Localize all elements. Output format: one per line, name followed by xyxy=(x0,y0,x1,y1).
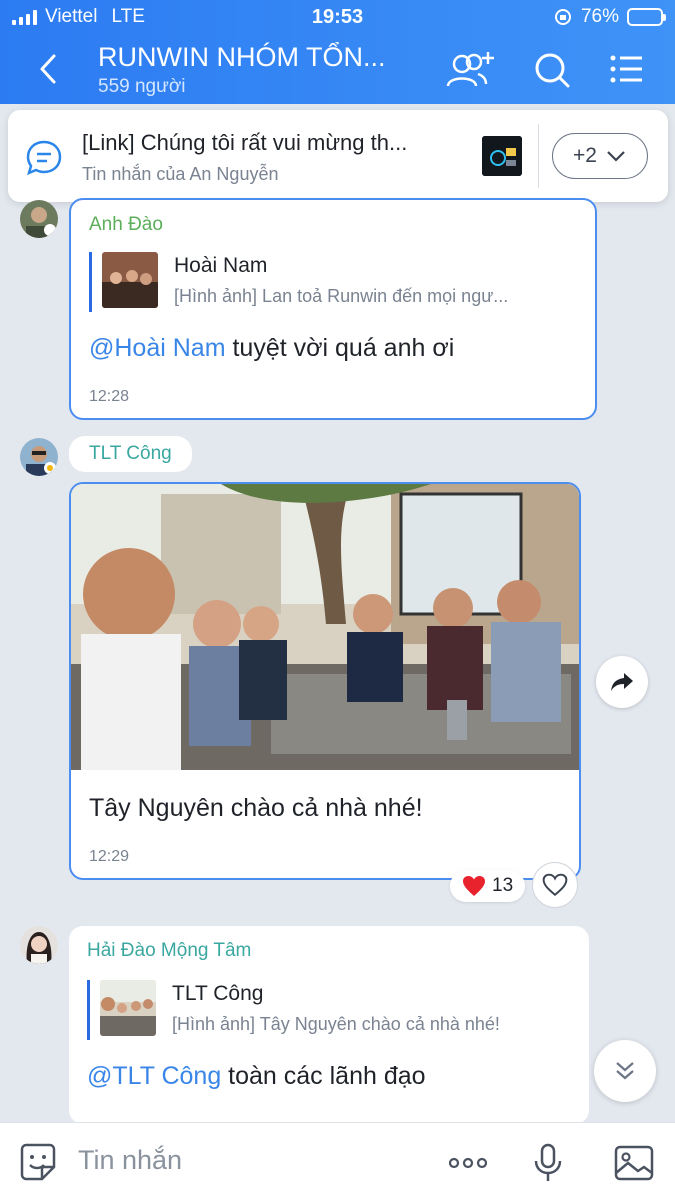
sticker-icon[interactable] xyxy=(16,1141,60,1185)
battery-icon xyxy=(627,8,666,26)
reaction-count: 13 xyxy=(492,875,514,896)
avatar[interactable] xyxy=(20,926,58,964)
quote-text: [Hình ảnh] Tây Nguyên chào cả nhà nhé! xyxy=(172,1014,500,1034)
status-right: 76% xyxy=(553,6,666,28)
mention[interactable]: @TLT Công xyxy=(87,1062,221,1090)
menu-icon[interactable] xyxy=(602,48,654,92)
reaction-summary[interactable]: 13 xyxy=(450,870,526,902)
photo-message-bubble[interactable]: Tây Nguyên chào cả nhà nhé! 12:29 xyxy=(69,482,581,880)
status-bar: Viettel LTE 19:53 76% xyxy=(0,6,675,30)
share-button[interactable] xyxy=(596,656,648,708)
group-title[interactable]: RUNWIN NHÓM TỔN... xyxy=(98,42,385,73)
back-icon[interactable] xyxy=(34,52,62,86)
sender-name[interactable]: Hải Đào Mộng Tâm xyxy=(87,940,251,962)
more-pinned-button[interactable]: +2 xyxy=(552,133,648,179)
chat-bubble-icon xyxy=(26,140,62,176)
pinned-thumbnail xyxy=(482,136,522,176)
message-time: 12:28 xyxy=(89,388,130,405)
message-body: toàn các lãnh đạo xyxy=(221,1062,426,1090)
heart-icon xyxy=(463,876,485,896)
more-pinned-count: +2 xyxy=(573,144,597,167)
quote-thumbnail xyxy=(102,252,158,308)
quote-author: Hoài Nam xyxy=(174,254,268,277)
photo-caption: Tây Nguyên chào cả nhà nhé! xyxy=(89,794,423,822)
quote-thumbnail xyxy=(100,980,156,1036)
avatar[interactable] xyxy=(20,200,58,238)
battery-percent: 76% xyxy=(580,6,619,27)
pinned-title: [Link] Chúng tôi rất vui mừng th... xyxy=(82,130,408,155)
scroll-to-bottom-button[interactable] xyxy=(594,1040,656,1102)
image-gallery-icon[interactable] xyxy=(612,1141,656,1185)
message-text: @TLT Công toàn các lãnh đạo xyxy=(87,1062,426,1091)
like-button[interactable] xyxy=(532,862,578,908)
chat-header: Viettel LTE 19:53 76% RUNWIN NHÓM TỔN...… xyxy=(0,0,675,104)
message-input-bar: Tin nhắn xyxy=(0,1122,675,1200)
member-count[interactable]: 559 người xyxy=(98,76,186,98)
message-body: tuyệt vời quá anh ơi xyxy=(225,334,455,362)
share-icon xyxy=(611,673,633,691)
quoted-message[interactable]: TLT Công [Hình ảnh] Tây Nguyên chào cả n… xyxy=(87,980,500,1040)
add-member-icon[interactable] xyxy=(444,48,496,92)
message-input[interactable]: Tin nhắn xyxy=(78,1145,182,1176)
avatar[interactable] xyxy=(20,438,58,476)
message-bubble[interactable]: Anh Đào Hoài Nam [Hình ảnh] Lan toả Runw… xyxy=(69,198,597,420)
search-icon[interactable] xyxy=(528,48,580,92)
message-text: @Hoài Nam tuyệt vời quá anh ơi xyxy=(89,334,454,363)
sender-name[interactable]: TLT Công xyxy=(69,436,192,472)
pinned-message-bar[interactable]: [Link] Chúng tôi rất vui mừng th... Tin … xyxy=(8,110,668,202)
rotation-lock-icon xyxy=(554,9,571,25)
more-options-icon[interactable] xyxy=(446,1141,490,1185)
sender-name[interactable]: Anh Đào xyxy=(89,214,163,236)
quote-author: TLT Công xyxy=(172,982,264,1005)
message-time: 12:29 xyxy=(89,848,130,865)
mention[interactable]: @Hoài Nam xyxy=(89,334,226,362)
double-chevron-down-icon xyxy=(616,1062,634,1080)
pinned-subtitle: Tin nhắn của An Nguyễn xyxy=(82,164,279,184)
heart-outline-icon xyxy=(542,873,568,897)
shared-photo[interactable] xyxy=(71,484,579,770)
message-bubble[interactable]: Hải Đào Mộng Tâm TLT Công [Hình ảnh] Tây… xyxy=(69,926,589,1124)
quoted-message[interactable]: Hoài Nam [Hình ảnh] Lan toả Runwin đến m… xyxy=(89,252,508,312)
divider xyxy=(538,124,539,188)
microphone-icon[interactable] xyxy=(526,1141,570,1185)
quote-text: [Hình ảnh] Lan toả Runwin đến mọi ngư... xyxy=(174,286,509,306)
chevron-down-icon xyxy=(607,151,625,162)
